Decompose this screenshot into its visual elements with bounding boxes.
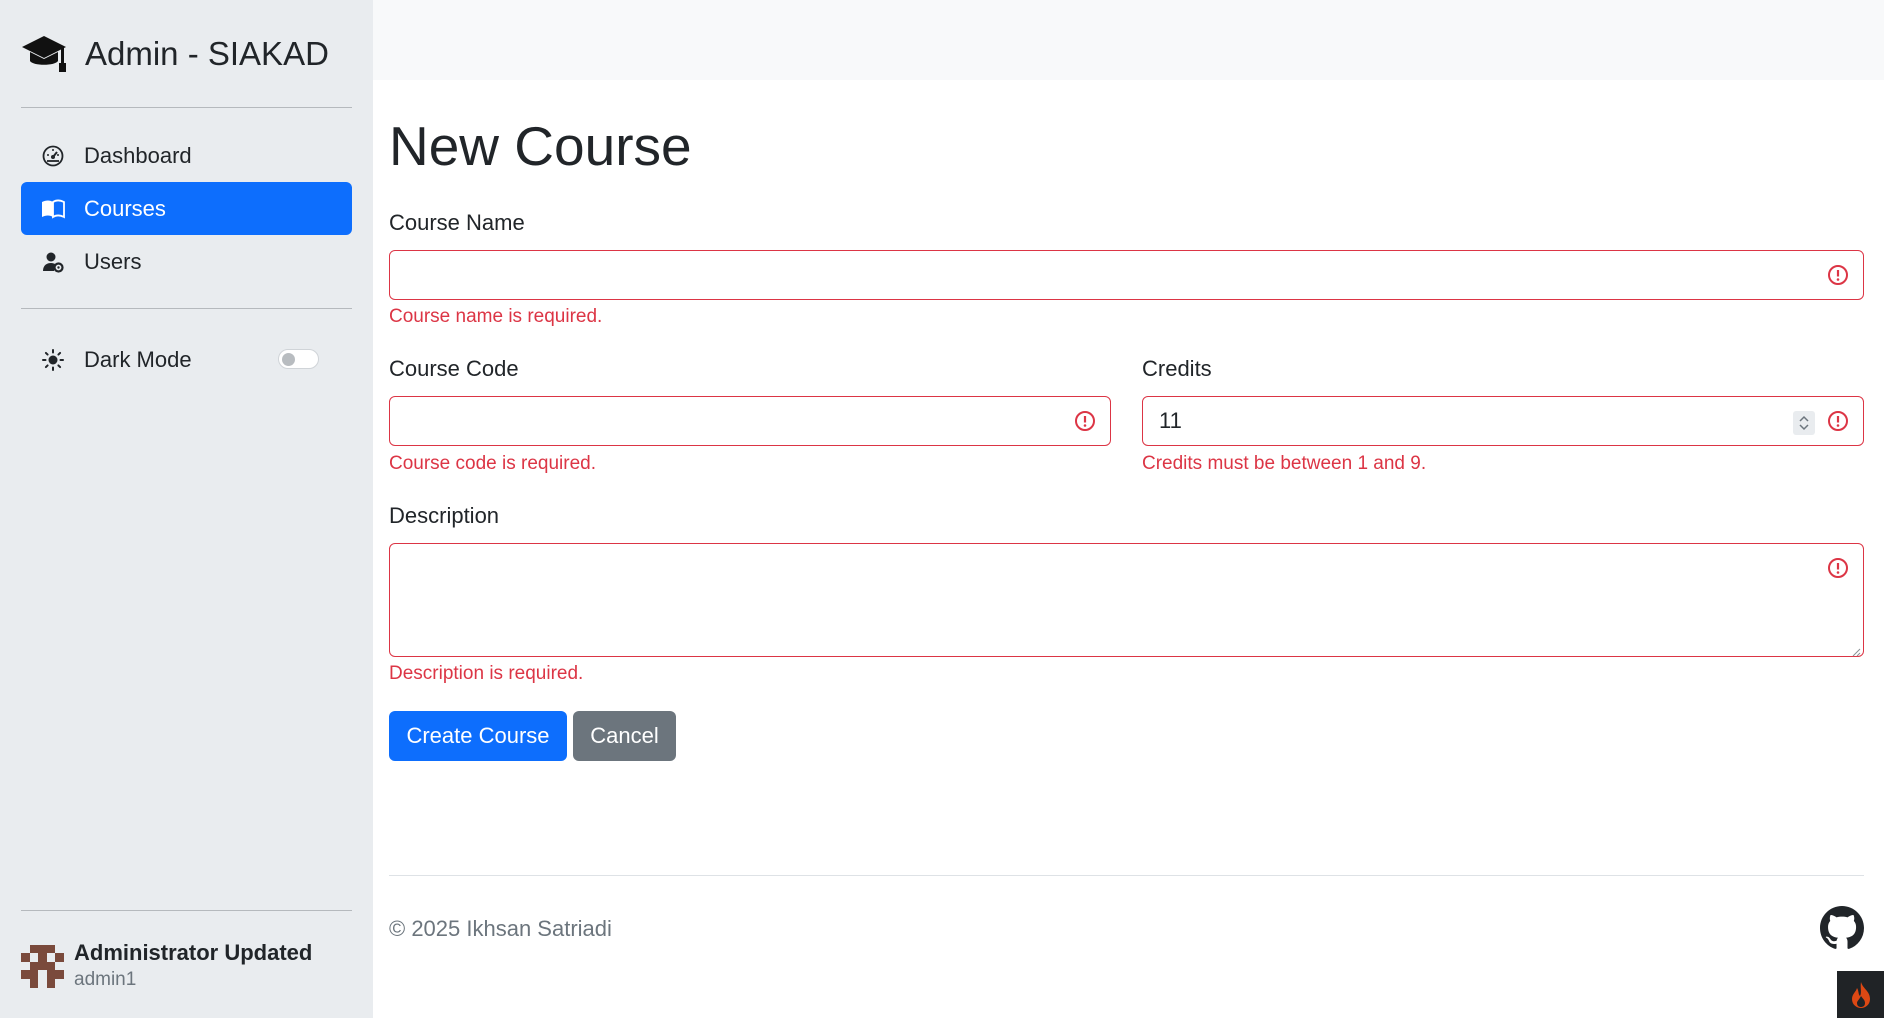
sun-icon (41, 348, 65, 372)
sidebar-item-label: Dashboard (84, 142, 192, 168)
top-bar (373, 0, 1884, 80)
speedometer-icon (41, 144, 65, 168)
graduation-cap-icon (21, 31, 67, 77)
credits-value: 11 (1159, 408, 1182, 433)
sidebar-item-dashboard[interactable]: Dashboard (21, 129, 352, 182)
description-label: Description (389, 503, 500, 528)
book-icon (41, 197, 65, 221)
description-value (390, 544, 406, 556)
resize-handle[interactable] (1851, 644, 1861, 657)
divider (21, 107, 352, 108)
user-profile[interactable]: Administrator Updated admin1 (21, 938, 312, 994)
avatar (21, 944, 64, 988)
app-title: Admin - SIAKAD (85, 35, 329, 72)
footer-copyright: © 2025 Ikhsan Satriadi (389, 916, 612, 941)
sidebar-item-courses[interactable]: Courses (21, 182, 352, 235)
page-title: New Course (389, 115, 692, 177)
credits-error: Credits must be between 1 and 9. (1142, 453, 1427, 474)
divider (21, 910, 352, 911)
error-icon (1827, 264, 1849, 286)
sidebar-item-label: Users (84, 248, 142, 274)
sidebar-nav: Dashboard Courses Users (21, 129, 352, 288)
user-name: Administrator Updated (74, 940, 313, 965)
error-icon (1827, 410, 1849, 432)
user-login: admin1 (74, 969, 137, 990)
brand[interactable]: Admin - SIAKAD (21, 30, 329, 78)
dark-mode-switch[interactable] (278, 349, 319, 369)
course-name-error: Course name is required. (389, 306, 603, 327)
course-code-label: Course Code (389, 356, 519, 381)
course-name-input[interactable] (389, 250, 1864, 300)
course-code-error: Course code is required. (389, 453, 596, 474)
number-spinner[interactable] (1793, 411, 1815, 435)
credits-input[interactable]: 11 (1142, 396, 1864, 446)
course-code-input[interactable] (389, 396, 1111, 446)
description-textarea[interactable] (389, 543, 1864, 657)
sidebar-item-label: Courses (84, 195, 166, 221)
error-icon (1074, 410, 1096, 432)
divider (21, 308, 352, 309)
sidebar: Admin - SIAKAD Dashboard Courses Users D… (0, 0, 373, 1018)
footer-divider (389, 875, 1864, 876)
error-icon (1827, 557, 1849, 579)
github-icon[interactable] (1820, 906, 1864, 950)
course-name-label: Course Name (389, 210, 525, 235)
description-error: Description is required. (389, 663, 584, 684)
credits-label: Credits (1142, 356, 1212, 381)
cancel-button[interactable]: Cancel (573, 711, 676, 761)
debug-toolbar-icon[interactable] (1837, 971, 1884, 1018)
create-course-button[interactable]: Create Course (389, 711, 567, 761)
dark-mode-label: Dark Mode (84, 346, 192, 372)
sidebar-item-users[interactable]: Users (21, 235, 352, 288)
dark-mode-toggle-row[interactable]: Dark Mode (21, 333, 352, 386)
user-gear-icon (41, 250, 65, 274)
